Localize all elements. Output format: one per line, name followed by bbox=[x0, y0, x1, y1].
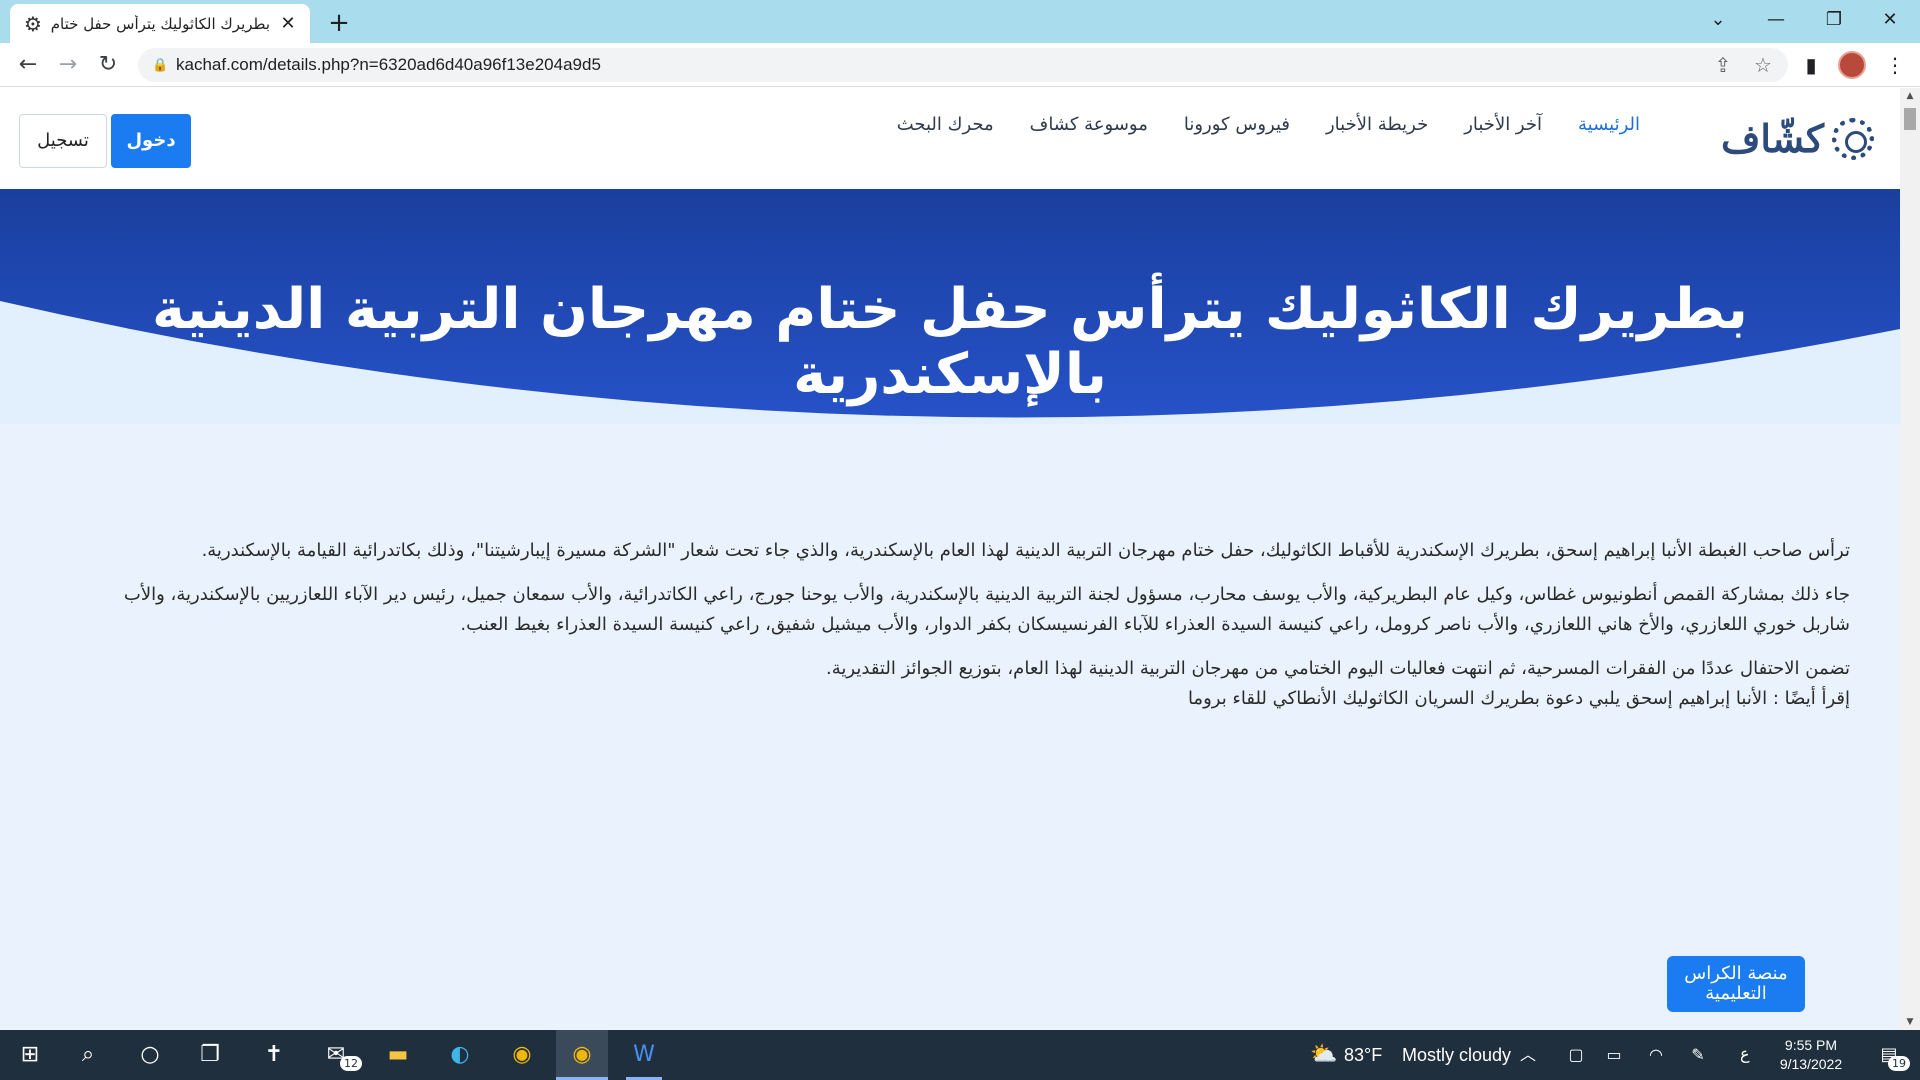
side-panel-icon[interactable]: ▮ bbox=[1796, 49, 1826, 81]
maximize-button[interactable]: ❐ bbox=[1806, 0, 1862, 40]
article-paragraph: تضمن الاحتفال عددًا من الفقرات المسرحية،… bbox=[826, 658, 1850, 679]
edu-platform-line1: منصة الكراس bbox=[1684, 963, 1788, 984]
scroll-up-arrow-icon[interactable]: ▲ bbox=[1900, 88, 1920, 104]
back-arrow-icon[interactable]: ← bbox=[12, 49, 44, 81]
close-window-button[interactable]: ✕ bbox=[1862, 0, 1918, 40]
bookmark-star-icon[interactable]: ☆ bbox=[1748, 49, 1778, 81]
nav-news-map[interactable]: خريطة الأخبار bbox=[1326, 114, 1428, 135]
minimize-button[interactable]: — bbox=[1748, 0, 1804, 40]
show-hidden-icons-chevron-icon[interactable]: ︿ bbox=[1510, 1030, 1546, 1080]
edu-platform-line2: التعليمية bbox=[1705, 983, 1767, 1004]
bible-app-icon[interactable]: ✝ bbox=[248, 1030, 300, 1080]
nav-coronavirus[interactable]: فيروس كورونا bbox=[1184, 114, 1290, 135]
menu-kebab-icon[interactable]: ⋮ bbox=[1880, 49, 1910, 81]
browser-tab[interactable]: ⚙ بطريرك الكاثوليك يترأس حفل ختام ✕ bbox=[10, 4, 310, 43]
input-language[interactable]: ع bbox=[1740, 1030, 1750, 1080]
article-title: بطريرك الكاثوليك يترأس حفل ختام مهرجان ا… bbox=[152, 277, 1748, 407]
search-icon[interactable]: ⌕ bbox=[62, 1030, 114, 1080]
notification-badge: 19 bbox=[1888, 1056, 1910, 1071]
chrome-icon[interactable]: ◉ bbox=[496, 1030, 548, 1080]
profile-avatar[interactable] bbox=[1838, 51, 1866, 79]
nav-search-engine[interactable]: محرك البحث bbox=[897, 114, 994, 135]
system-clock[interactable]: 9:55 PM 9/13/2022 bbox=[1766, 1036, 1856, 1074]
task-view-icon[interactable]: ❐ bbox=[184, 1030, 236, 1080]
close-tab-icon[interactable]: ✕ bbox=[278, 13, 298, 34]
forward-arrow-icon[interactable]: → bbox=[52, 49, 84, 81]
page-viewport: كشّاف الرئيسية آخر الأخبار خريطة الأخبار… bbox=[0, 88, 1900, 1030]
tab-search-chevron-icon[interactable]: ⌄ bbox=[1690, 0, 1746, 40]
register-button[interactable]: تسجيل bbox=[19, 114, 107, 168]
pen-icon[interactable]: ✎ bbox=[1680, 1030, 1716, 1080]
lock-icon: 🔒 bbox=[152, 57, 169, 73]
site-logo[interactable]: كشّاف bbox=[1721, 116, 1874, 161]
mail-badge: 12 bbox=[340, 1056, 362, 1071]
address-bar[interactable]: 🔒 kachaf.com/details.php?n=6320ad6d40a96… bbox=[138, 48, 1788, 82]
article-body: ترأس صاحب الغبطة الأنبا إبراهيم إسحق، بط… bbox=[80, 536, 1850, 728]
gear-logo-icon: ⚙ bbox=[24, 11, 42, 36]
browser-toolbar: ← → ↻ 🔒 kachaf.com/details.php?n=6320ad6… bbox=[0, 43, 1920, 87]
nav-encyclopedia[interactable]: موسوعة كشاف bbox=[1030, 114, 1148, 135]
meet-now-icon[interactable]: ▢ bbox=[1558, 1030, 1594, 1080]
weather-condition[interactable]: Mostly cloudy bbox=[1402, 1030, 1511, 1080]
clock-time: 9:55 PM bbox=[1784, 1037, 1838, 1053]
login-button[interactable]: دخول bbox=[111, 114, 191, 168]
site-header: كشّاف الرئيسية آخر الأخبار خريطة الأخبار… bbox=[0, 88, 1900, 189]
weather-cloud-icon[interactable]: ⛅ bbox=[1298, 1030, 1350, 1080]
browser-tabstrip: ⚙ بطريرك الكاثوليك يترأس حفل ختام ✕ + ⌄ … bbox=[0, 0, 1920, 43]
scroll-thumb[interactable] bbox=[1904, 108, 1916, 130]
hero-banner: بطريرك الكاثوليك يترأس حفل ختام مهرجان ا… bbox=[0, 189, 1900, 424]
gear-logo-icon bbox=[1832, 117, 1874, 160]
file-explorer-icon[interactable]: ▬ bbox=[372, 1030, 424, 1080]
chrome-active-icon[interactable]: ◉ bbox=[556, 1030, 608, 1080]
word-icon[interactable]: W bbox=[618, 1030, 670, 1080]
tab-title: بطريرك الكاثوليك يترأس حفل ختام bbox=[50, 14, 270, 33]
notification-icon[interactable]: ▤ 19 bbox=[1866, 1030, 1912, 1080]
battery-icon[interactable]: ▭ bbox=[1596, 1030, 1632, 1080]
clock-date: 9/13/2022 bbox=[1779, 1056, 1843, 1072]
scroll-down-arrow-icon[interactable]: ▼ bbox=[1900, 1014, 1920, 1030]
edu-platform-button[interactable]: منصة الكراس التعليمية bbox=[1667, 956, 1805, 1012]
main-nav: الرئيسية آخر الأخبار خريطة الأخبار فيروس… bbox=[897, 114, 1640, 135]
nav-home[interactable]: الرئيسية bbox=[1578, 114, 1640, 135]
share-icon[interactable]: ⇪ bbox=[1708, 49, 1738, 81]
new-tab-button[interactable]: + bbox=[322, 6, 356, 40]
page-scrollbar[interactable]: ▲ ▼ bbox=[1900, 88, 1920, 1030]
url-text[interactable]: kachaf.com/details.php?n=6320ad6d40a96f1… bbox=[176, 55, 601, 75]
logo-text: كشّاف bbox=[1721, 116, 1824, 161]
nav-latest-news[interactable]: آخر الأخبار bbox=[1464, 114, 1542, 135]
edge-browser-icon[interactable]: ◐ bbox=[434, 1030, 486, 1080]
weather-temperature[interactable]: 83°F bbox=[1344, 1030, 1382, 1080]
article-paragraph: ترأس صاحب الغبطة الأنبا إبراهيم إسحق، بط… bbox=[201, 540, 1850, 561]
windows-taskbar: ⊞ ⌕ ○ ❐ ✝ ✉ 12 ▬ ◐ ◉ ◉ W ⛅ 83°F Mostly c… bbox=[0, 1030, 1920, 1080]
read-also-link[interactable]: إقرأ أيضًا : الأنبا إبراهيم إسحق يلبي دع… bbox=[80, 684, 1850, 714]
windows-start-icon[interactable]: ⊞ bbox=[4, 1030, 56, 1080]
wifi-icon[interactable]: ◠ bbox=[1638, 1030, 1674, 1080]
mail-icon[interactable]: ✉ 12 bbox=[310, 1030, 362, 1080]
cortana-circle-icon[interactable]: ○ bbox=[124, 1030, 176, 1080]
reload-icon[interactable]: ↻ bbox=[92, 49, 124, 81]
article-paragraph: جاء ذلك بمشاركة القمص أنطونيوس غطاس، وكي… bbox=[123, 584, 1850, 635]
